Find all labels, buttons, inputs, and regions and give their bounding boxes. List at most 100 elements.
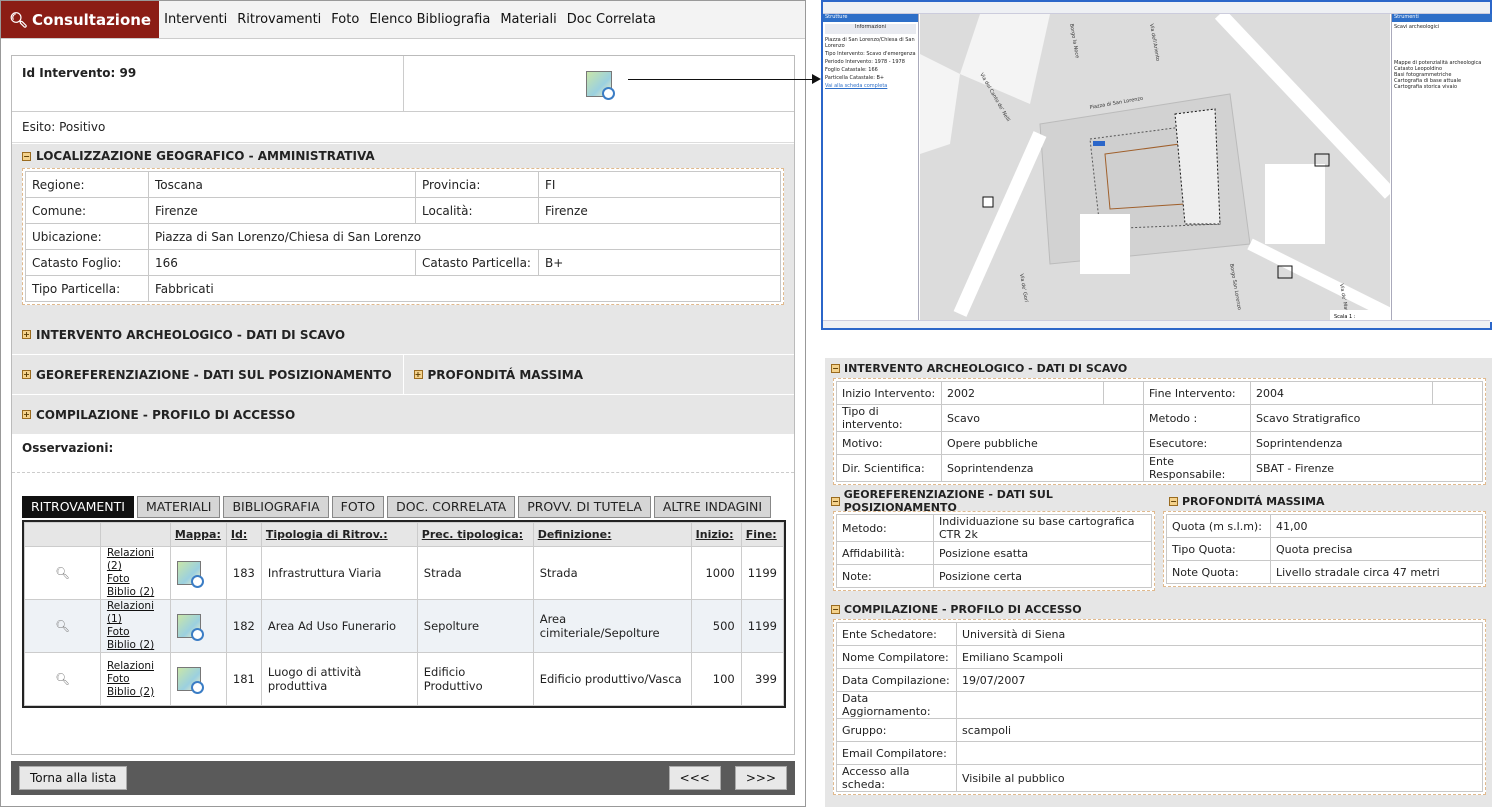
expand-icon[interactable]: + xyxy=(22,330,31,339)
section-compilazione[interactable]: + COMPILAZIONE - PROFILO DI ACCESSO xyxy=(12,395,794,435)
collapse-icon[interactable]: − xyxy=(831,604,840,614)
expand-icon[interactable]: + xyxy=(413,370,423,379)
menu-foto[interactable]: Foto xyxy=(326,1,364,38)
tab-foto[interactable]: FOTO xyxy=(331,496,385,518)
field-label: Esecutore: xyxy=(1143,431,1251,455)
tab-doc-correlata[interactable]: DOC. CORRELATA xyxy=(387,496,516,518)
ritrovamenti-grid: Mappa: Id: Tipologia di Ritrov.: Prec. t… xyxy=(22,520,786,708)
col-fine[interactable]: Fine: xyxy=(740,522,785,547)
layer-item[interactable]: Scavi archeologici xyxy=(1394,24,1490,30)
regione-label: Regione: xyxy=(25,171,149,198)
menu-doc-correlata[interactable]: Doc Correlata xyxy=(562,1,661,38)
col-blank xyxy=(24,522,101,547)
section-scavo[interactable]: + INTERVENTO ARCHEOLOGICO - DATI DI SCAVO xyxy=(12,315,794,355)
section-localizzazione[interactable]: − LOCALIZZAZIONE GEOGRAFICO - AMMINISTRAT… xyxy=(12,143,794,168)
menu-ritrovamenti[interactable]: Ritrovamenti xyxy=(232,1,326,38)
section-scavo[interactable]: − INTERVENTO ARCHEOLOGICO - DATI DI SCAVO xyxy=(825,358,1492,378)
collapse-icon[interactable]: − xyxy=(1169,496,1178,506)
cell-fine: 399 xyxy=(740,652,785,706)
map-icon[interactable] xyxy=(176,667,204,694)
relazioni-link[interactable]: Relazioni (1) xyxy=(107,600,164,626)
back-to-list-button[interactable]: Torna alla lista xyxy=(19,766,128,790)
cell-tipologia: Luogo di attività produttiva xyxy=(260,652,418,706)
layer-item[interactable]: Cartografia storica vivaio xyxy=(1394,84,1490,90)
cell-definizione: Strada xyxy=(532,546,692,600)
map-canvas[interactable]: Via del Canto de' Nelli Piazza di San Lo… xyxy=(920,14,1390,322)
magnifier-icon[interactable]: 🔍︎ xyxy=(24,599,101,653)
biblio-link[interactable]: Biblio (2) xyxy=(107,586,164,599)
relazioni-link[interactable]: Relazioni (2) xyxy=(107,547,164,573)
field-value: scampoli xyxy=(956,718,1483,742)
comune-label: Comune: xyxy=(25,197,149,224)
col-inizio[interactable]: Inizio: xyxy=(690,522,742,547)
field-value: Posizione certa xyxy=(933,564,1152,588)
tab-bibliografia[interactable]: BIBLIOGRAFIA xyxy=(223,496,329,518)
cell-fine: 1199 xyxy=(740,599,785,653)
foglio-value: 166 xyxy=(148,249,416,276)
next-button[interactable]: >>> xyxy=(734,766,787,790)
particella-label: Catasto Particella: xyxy=(415,249,539,276)
tab-ritrovamenti[interactable]: RITROVAMENTI xyxy=(22,496,134,518)
info-line: Piazza di San Lorenzo/Chiesa di San Lore… xyxy=(825,37,915,49)
map-icon[interactable] xyxy=(586,70,615,100)
col-id[interactable]: Id: xyxy=(225,522,262,547)
menu-materiali[interactable]: Materiali xyxy=(495,1,561,38)
field-value: Scavo xyxy=(941,404,1144,432)
cell-prec: Sepolture xyxy=(416,599,534,653)
info-line: Periodo Intervento: 1978 - 1978 xyxy=(825,59,905,65)
section-profondita[interactable]: + PROFONDITÁ MASSIMA xyxy=(404,355,795,394)
expand-icon[interactable]: + xyxy=(22,370,31,379)
localizzazione-table: Regione: Toscana Provincia: FI Comune: Firen… xyxy=(25,171,781,302)
foto-link[interactable]: Foto xyxy=(107,673,164,686)
building xyxy=(1080,214,1130,274)
expand-icon[interactable]: + xyxy=(22,410,31,419)
magnifier-icon[interactable]: 🔍︎ xyxy=(24,652,101,706)
magnifier-icon[interactable]: 🔍︎ xyxy=(24,546,101,600)
prev-button[interactable]: <<< xyxy=(668,766,721,790)
section-profondita[interactable]: − PROFONDITÁ MASSIMA xyxy=(1163,491,1492,511)
field-value: 41,00 xyxy=(1270,514,1483,538)
cell-inizio: 500 xyxy=(690,599,742,653)
field-label: Gruppo: xyxy=(836,718,957,742)
collapse-icon[interactable]: − xyxy=(22,151,31,161)
tab-altre-indagini[interactable]: ALTRE INDAGINI xyxy=(653,496,772,518)
biblio-link[interactable]: Biblio (2) xyxy=(107,686,164,699)
map-icon[interactable] xyxy=(176,561,204,588)
foto-link[interactable]: Foto xyxy=(107,626,164,639)
table-row: 🔍︎ Relazioni (2) Foto Biblio (2) 183 Infra… xyxy=(24,546,785,600)
field-label: Fine Intervento: xyxy=(1143,381,1251,405)
section-georeferenziazione[interactable]: − GEOREFERENZIAZIONE - DATI SUL POSIZIONA… xyxy=(825,488,1155,514)
section-scavo-title: INTERVENTO ARCHEOLOGICO - DATI DI SCAVO xyxy=(36,327,346,342)
field-label: Metodo: xyxy=(836,514,934,542)
col-mappa[interactable]: Mappa: xyxy=(169,522,227,547)
info-tab[interactable]: Informazioni xyxy=(825,24,916,34)
ubicazione-value: Piazza di San Lorenzo/Chiesa di San Lore… xyxy=(148,223,781,250)
menu-consultazione[interactable]: 🔍︎ Consultazione xyxy=(1,1,160,38)
col-prec[interactable]: Prec. tipologica: xyxy=(416,522,534,547)
section-compilazione[interactable]: − COMPILAZIONE - PROFILO DI ACCESSO xyxy=(825,599,1492,619)
tools-panel: Strumenti Scavi archeologici Mappe di po… xyxy=(1391,14,1492,322)
collapse-icon[interactable]: − xyxy=(831,363,840,373)
map-icon[interactable] xyxy=(176,614,204,641)
tab-materiali[interactable]: MATERIALI xyxy=(136,496,221,518)
section-prof-title: PROFONDITÁ MASSIMA xyxy=(427,367,584,382)
biblio-link[interactable]: Biblio (2) xyxy=(107,639,164,652)
field-label: Accesso alla scheda: xyxy=(836,764,957,792)
field-label: Nome Compilatore: xyxy=(836,645,957,669)
tab-provv-tutela[interactable]: PROVV. DI TUTELA xyxy=(518,496,651,518)
section-prof-title: PROFONDITÁ MASSIMA xyxy=(1182,494,1325,508)
col-definizione[interactable]: Definizione: xyxy=(532,522,692,547)
col-links xyxy=(99,522,171,547)
menu-elenco-bibliografia[interactable]: Elenco Bibliografia xyxy=(364,1,495,38)
menu-interventi[interactable]: Interventi xyxy=(159,1,232,38)
search-icon: 🔍︎ xyxy=(9,10,29,29)
map-toolbar[interactable] xyxy=(823,2,1490,14)
section-georeferenziazione[interactable]: + GEOREFERENZIAZIONE - DATI SUL POSIZIONA… xyxy=(12,355,404,394)
full-record-link[interactable]: Vai alla scheda completa xyxy=(825,83,916,89)
col-tipologia[interactable]: Tipologia di Ritrov.: xyxy=(260,522,418,547)
foto-link[interactable]: Foto xyxy=(107,573,164,586)
cell-inizio: 100 xyxy=(690,652,742,706)
relazioni-link[interactable]: Relazioni xyxy=(107,660,164,673)
particella-value: B+ xyxy=(538,249,781,276)
collapse-icon[interactable]: − xyxy=(831,496,840,506)
